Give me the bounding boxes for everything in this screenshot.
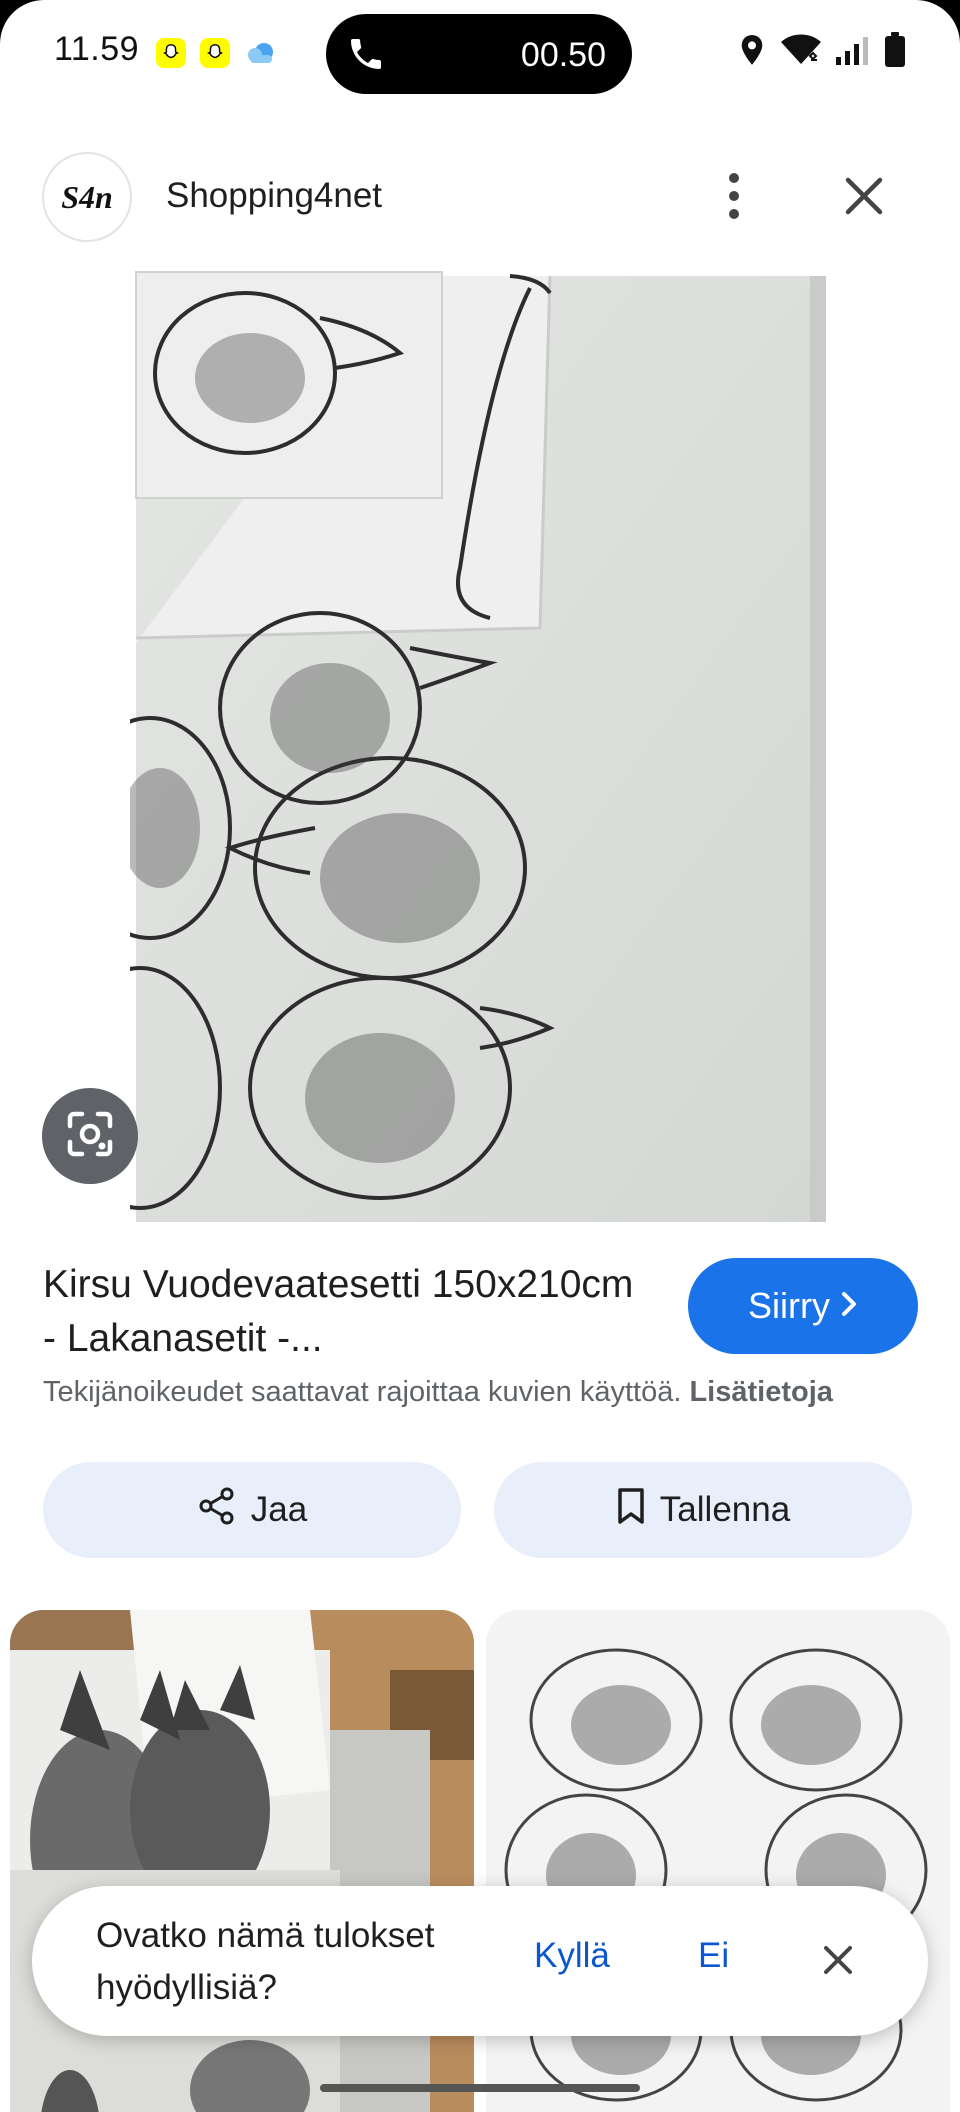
visit-button-label: Siirry bbox=[748, 1285, 830, 1326]
chevron-right-icon bbox=[840, 1285, 858, 1327]
more-options-button[interactable] bbox=[706, 166, 762, 230]
close-icon bbox=[844, 176, 884, 221]
location-icon bbox=[738, 34, 766, 71]
related-result-image[interactable] bbox=[486, 1610, 950, 2112]
related-result-image[interactable] bbox=[10, 1610, 474, 2112]
site-logo[interactable]: S4n bbox=[42, 152, 132, 242]
more-info-link[interactable]: Lisätietoja bbox=[689, 1376, 832, 1408]
close-button[interactable] bbox=[836, 170, 892, 226]
google-lens-button[interactable] bbox=[42, 1088, 138, 1184]
lens-icon bbox=[64, 1108, 116, 1165]
status-time: 11.59 bbox=[54, 30, 140, 68]
system-icons bbox=[738, 31, 906, 73]
feedback-no-button[interactable]: Ei bbox=[698, 1936, 729, 1976]
feedback-yes-button[interactable]: Kyllä bbox=[534, 1936, 610, 1976]
battery-icon bbox=[884, 31, 906, 73]
share-icon bbox=[197, 1486, 237, 1535]
copyright-notice: Tekijänoikeudet saattavat rajoittaa kuvi… bbox=[43, 1376, 833, 1409]
source-header: S4n Shopping4net bbox=[0, 150, 960, 246]
product-image[interactable] bbox=[58, 268, 830, 1224]
save-label: Tallenna bbox=[659, 1490, 791, 1529]
signal-icon bbox=[836, 35, 870, 70]
call-timer: 00.50 bbox=[520, 36, 606, 74]
feedback-question: Ovatko nämä tulokset hyödyllisiä? bbox=[96, 1916, 435, 2007]
copyright-text: Tekijänoikeudet saattavat rajoittaa kuvi… bbox=[43, 1376, 682, 1408]
close-icon bbox=[822, 1944, 854, 1981]
product-title[interactable]: Kirsu Vuodevaatesetti 150x210cm - Lakana… bbox=[43, 1258, 643, 1366]
ongoing-call-pill[interactable]: 00.50 bbox=[326, 14, 632, 94]
home-indicator[interactable] bbox=[320, 2084, 640, 2092]
cloud-icon bbox=[244, 40, 276, 66]
feedback-card: Ovatko nämä tulokset hyödyllisiä? Kyllä … bbox=[32, 1886, 928, 2036]
share-label: Jaa bbox=[250, 1490, 308, 1529]
bookmark-icon bbox=[616, 1487, 646, 1534]
feedback-close-button[interactable] bbox=[810, 1934, 866, 1990]
wifi-icon bbox=[780, 34, 822, 71]
snapchat-icon bbox=[200, 38, 230, 68]
site-name[interactable]: Shopping4net bbox=[166, 176, 382, 216]
share-button[interactable]: Jaa bbox=[43, 1462, 461, 1558]
screen: 11.59 00.50 S4n Shopping4net Kirsu Vuode… bbox=[0, 0, 960, 2112]
snapchat-icon bbox=[156, 38, 186, 68]
phone-icon bbox=[346, 34, 386, 74]
save-button[interactable]: Tallenna bbox=[494, 1462, 912, 1558]
more-vert-icon bbox=[727, 172, 741, 225]
status-bar: 11.59 00.50 bbox=[0, 0, 960, 100]
visit-button[interactable]: Siirry bbox=[688, 1258, 918, 1354]
